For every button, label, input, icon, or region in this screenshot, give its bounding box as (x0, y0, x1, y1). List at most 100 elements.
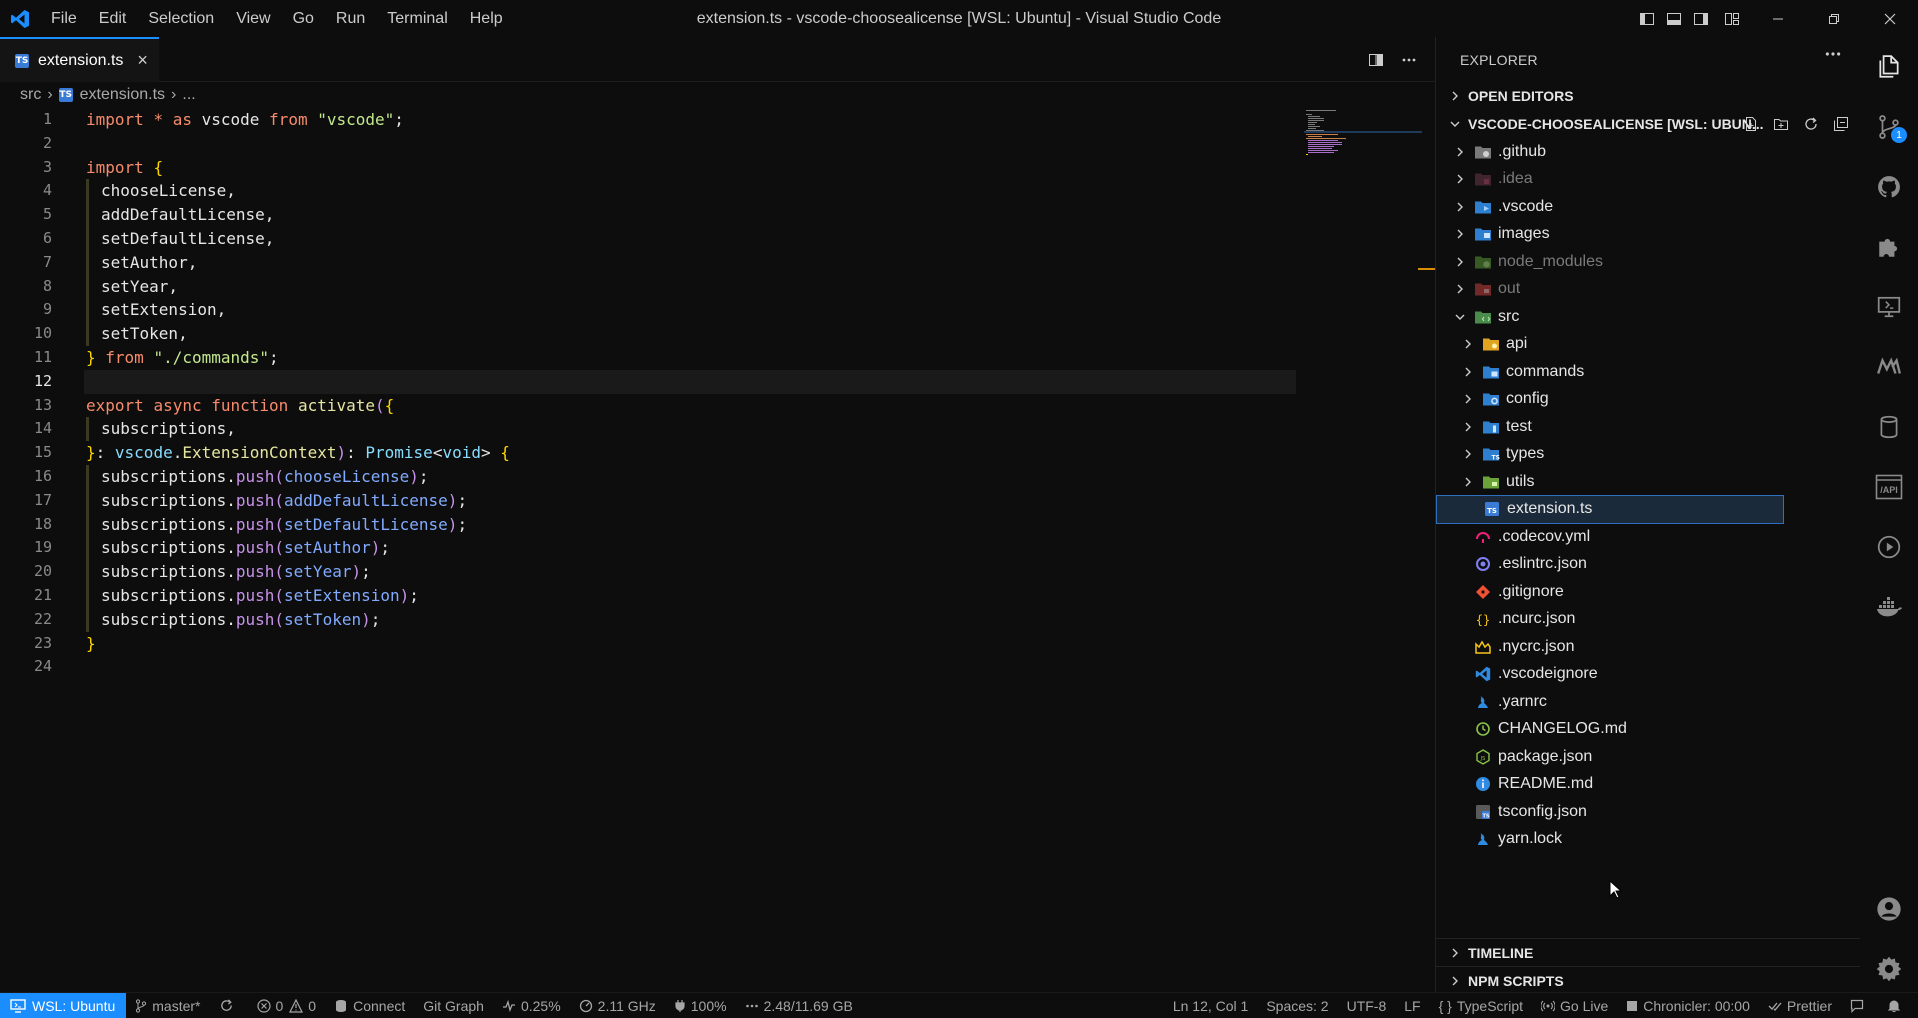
more-actions-icon[interactable] (1824, 45, 1842, 66)
new-folder-icon[interactable] (1766, 110, 1796, 138)
github-icon[interactable] (1860, 157, 1918, 217)
prettier-status[interactable]: Prettier (1759, 998, 1841, 1014)
tree-file-ncurc-json[interactable]: {} .ncurc.json (1436, 606, 1860, 634)
tree-file-yarnrc[interactable]: .yarnrc (1436, 688, 1860, 716)
encoding[interactable]: UTF-8 (1338, 998, 1396, 1014)
accounts-icon[interactable] (1860, 879, 1918, 939)
restore-button[interactable] (1806, 0, 1862, 37)
end-of-line[interactable]: LF (1395, 998, 1429, 1014)
database-icon[interactable] (1860, 397, 1918, 457)
config-folder-icon (1482, 390, 1500, 408)
chevron-right-icon (1452, 257, 1468, 267)
explorer-icon[interactable] (1860, 37, 1918, 97)
minimap[interactable] (1304, 108, 1422, 158)
tab-extension-ts[interactable]: TS extension.ts × (0, 37, 159, 82)
minimize-button[interactable] (1750, 0, 1806, 37)
menu-view[interactable]: View (225, 10, 281, 28)
tree-file-vscodeignore[interactable]: .vscodeignore (1436, 661, 1860, 689)
source-control-icon[interactable]: 1 (1860, 97, 1918, 157)
code-line: setToken, (86, 322, 1296, 346)
cursor-position[interactable]: Ln 12, Col 1 (1164, 998, 1258, 1014)
breadcrumb-file[interactable]: extension.ts (80, 86, 165, 104)
menu-selection[interactable]: Selection (137, 10, 225, 28)
run-debug-icon[interactable] (1860, 517, 1918, 577)
code-line: setAuthor, (86, 250, 1296, 275)
refresh-icon[interactable] (1796, 110, 1826, 138)
api-icon[interactable]: /API (1860, 457, 1918, 517)
toggle-primary-sidebar-icon[interactable] (1633, 0, 1660, 37)
chevron-right-icon (1460, 394, 1476, 404)
tree-file-eslintrc-json[interactable]: .eslintrc.json (1436, 551, 1860, 579)
language-mode[interactable]: { } TypeScript (1430, 998, 1532, 1014)
tree-item-label: README.md (1498, 775, 1594, 793)
code-editor[interactable]: 1 2 3 4 5 6 7 8 9 10 11 12 13 14 15 16 17 18 19 20 21 22 23 24 … (0, 108, 1435, 990)
tree-folder-test[interactable]: test (1436, 413, 1860, 441)
menu-terminal[interactable]: Terminal (376, 10, 458, 28)
close-icon[interactable]: × (137, 50, 148, 71)
split-editor-icon[interactable] (1359, 37, 1392, 82)
go-live-button[interactable]: Go Live (1532, 998, 1617, 1014)
tree-folder-types[interactable]: TS types (1436, 441, 1860, 469)
open-editors-section[interactable]: OPEN EDITORS (1436, 82, 1860, 110)
menu-edit[interactable]: Edit (88, 10, 138, 28)
tree-folder-utils[interactable]: utils (1436, 468, 1860, 496)
more-actions-icon[interactable] (1392, 37, 1425, 82)
tree-file-extension-ts[interactable]: TS extension.ts (1436, 494, 1784, 524)
new-file-icon[interactable] (1736, 110, 1766, 138)
tree-folder-api[interactable]: api (1436, 331, 1860, 359)
menu-go[interactable]: Go (282, 10, 325, 28)
notifications-button[interactable] (1878, 999, 1918, 1013)
tree-folder-commands[interactable]: commands (1436, 358, 1860, 386)
remote-indicator[interactable]: WSL: Ubuntu (0, 992, 127, 1018)
connect-status[interactable]: Connect (325, 998, 414, 1014)
tree-folder-node_modules[interactable]: node_modules (1436, 248, 1860, 276)
markdown-icon[interactable] (1860, 337, 1918, 397)
settings-gear-icon[interactable] (1860, 939, 1918, 999)
menu-run[interactable]: Run (325, 10, 376, 28)
code-line: } (86, 633, 96, 653)
tree-file-readme-md[interactable]: README.md (1436, 771, 1860, 799)
tree-folder-config[interactable]: config (1436, 386, 1860, 414)
tree-file-changelog-md[interactable]: CHANGELOG.md (1436, 716, 1860, 744)
toggle-secondary-sidebar-icon[interactable] (1687, 0, 1714, 37)
git-graph-button[interactable]: Git Graph (414, 998, 493, 1014)
remote-explorer-icon[interactable] (1860, 277, 1918, 337)
problems-status[interactable]: 0 0 (248, 998, 326, 1014)
breadcrumb-folder[interactable]: src (20, 86, 41, 104)
timeline-section[interactable]: TIMELINE (1436, 938, 1861, 967)
tree-folder-images[interactable]: images (1436, 221, 1860, 249)
tree-folder-idea[interactable]: .idea (1436, 166, 1860, 194)
tree-file-codecov-yml[interactable]: .codecov.yml (1436, 523, 1860, 551)
menu-file[interactable]: File (40, 10, 88, 28)
tree-file-tsconfig-json[interactable]: TS tsconfig.json (1436, 798, 1860, 826)
open-editors-label: OPEN EDITORS (1468, 88, 1574, 104)
toggle-panel-icon[interactable] (1660, 0, 1687, 37)
feedback-button[interactable] (1841, 999, 1878, 1013)
tree-item-label: extension.ts (1507, 500, 1593, 518)
code-line: import { (86, 157, 164, 177)
collapse-all-icon[interactable] (1826, 110, 1856, 138)
breadcrumb-more[interactable]: ... (182, 86, 195, 104)
docker-icon[interactable] (1860, 577, 1918, 637)
tree-file-package-json[interactable]: JS package.json (1436, 743, 1860, 771)
customize-layout-icon[interactable] (1714, 0, 1750, 37)
folder-section[interactable]: VSCODE-CHOOSEALICENSE [WSL: UBUN... (1436, 110, 1860, 138)
npm-scripts-section[interactable]: NPM SCRIPTS (1436, 966, 1861, 995)
svg-text:TS: TS (1482, 813, 1489, 819)
branch-status[interactable]: master* (126, 998, 209, 1014)
tree-folder-src[interactable]: src (1436, 303, 1860, 331)
tree-file-gitignore[interactable]: .gitignore (1436, 578, 1860, 606)
indentation[interactable]: Spaces: 2 (1257, 998, 1337, 1014)
tree-file-yarn-lock[interactable]: yarn.lock (1436, 826, 1860, 854)
sync-button[interactable] (210, 998, 248, 1013)
tree-folder-github[interactable]: .github (1436, 138, 1860, 166)
tree-folder-out[interactable]: out (1436, 276, 1860, 304)
chronicler-status[interactable]: Chronicler: 00:00 (1617, 998, 1759, 1014)
code-content[interactable]: import * as vscode from "vscode"; import… (84, 108, 1296, 679)
tree-folder-vscode[interactable]: .vscode (1436, 193, 1860, 221)
close-window-button[interactable] (1862, 0, 1918, 37)
warning-icon (289, 998, 304, 1013)
tree-file-nycrc-json[interactable]: .nycrc.json (1436, 633, 1860, 661)
extensions-icon[interactable] (1860, 217, 1918, 277)
menu-help[interactable]: Help (459, 10, 514, 28)
